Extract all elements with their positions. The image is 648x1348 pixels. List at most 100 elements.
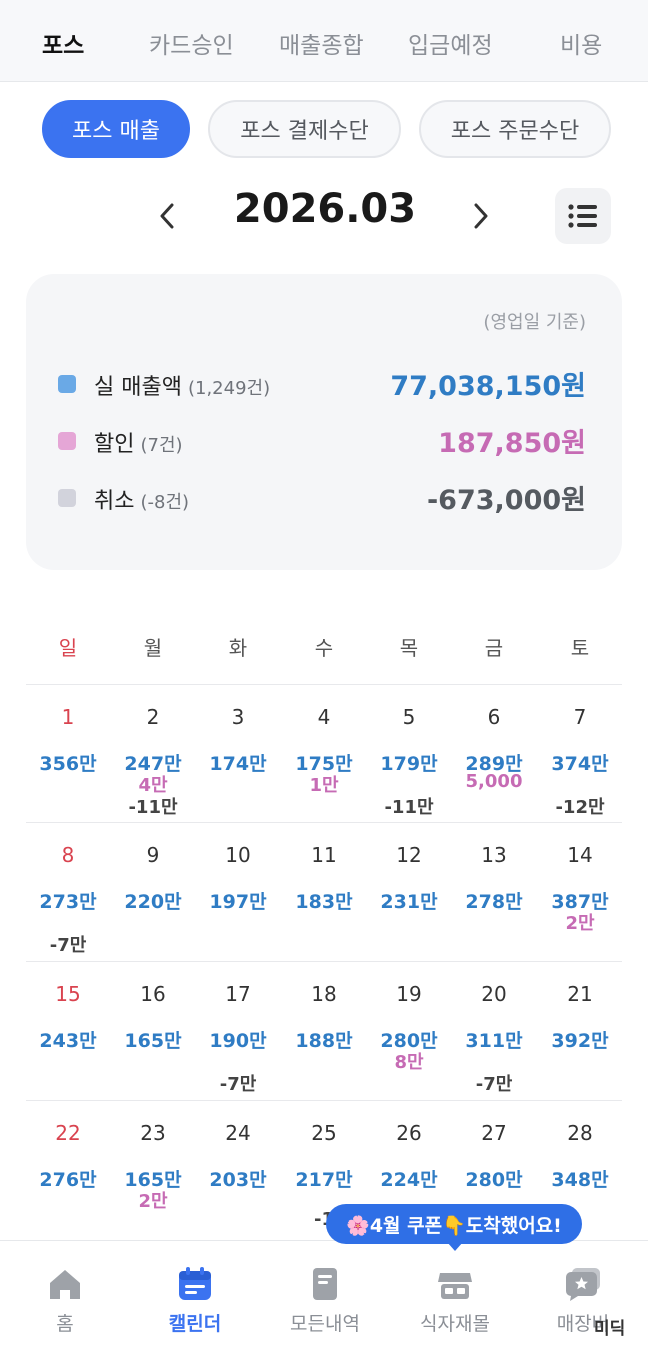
day-number: 1 bbox=[61, 705, 75, 729]
day-sales: 165만 bbox=[124, 1030, 182, 1052]
calendar-day-cell[interactable]: 7 374만 -12만 bbox=[537, 685, 623, 823]
nav-grocery-mall[interactable]: 식자재몰 bbox=[390, 1241, 520, 1348]
day-sales: 231만 bbox=[380, 891, 438, 913]
day-sales: 224만 bbox=[380, 1169, 438, 1191]
day-sales: 278만 bbox=[465, 891, 523, 913]
discount-label: 할인 bbox=[94, 432, 135, 457]
nav-all-history[interactable]: 모든내역 bbox=[260, 1241, 390, 1348]
day-number: 19 bbox=[396, 982, 422, 1006]
calendar-day-cell[interactable]: 10 197만 bbox=[195, 823, 281, 961]
nav-store-reviews[interactable]: 매장버 bbox=[518, 1241, 648, 1348]
day-number: 12 bbox=[396, 843, 422, 867]
day-number: 5 bbox=[402, 705, 416, 729]
calendar-day-cell[interactable]: 21 392만 bbox=[537, 962, 623, 1100]
day-number: 26 bbox=[396, 1121, 422, 1145]
day-sales: 273만 bbox=[39, 891, 97, 913]
coupon-banner[interactable]: 🌸4월 쿠폰👇도착했어요! bbox=[326, 1204, 582, 1244]
list-view-button[interactable] bbox=[555, 188, 611, 244]
discount-count: (7건) bbox=[140, 435, 183, 456]
tab-deposit-schedule[interactable]: 입금예정 bbox=[408, 26, 493, 60]
day-sales: 280만 bbox=[465, 1169, 523, 1191]
calendar-icon bbox=[179, 1267, 211, 1300]
day-sales: 188만 bbox=[295, 1030, 353, 1052]
list-icon bbox=[568, 204, 597, 228]
calendar-day-cell[interactable]: 14 387만 2만 bbox=[537, 823, 623, 961]
calendar-day-cell[interactable]: 4 175만 1만 bbox=[281, 685, 367, 823]
day-number: 21 bbox=[567, 982, 593, 1006]
day-number: 8 bbox=[61, 843, 75, 867]
subtab-pos-payment-method[interactable]: 포스 결제수단 bbox=[208, 100, 401, 158]
weekday-sun: 일 bbox=[58, 636, 78, 660]
net-sales-marker bbox=[58, 375, 76, 393]
calendar-day-cell[interactable]: 18 188만 bbox=[281, 962, 367, 1100]
subtab-pos-order-method[interactable]: 포스 주문수단 bbox=[419, 100, 611, 158]
tab-card-approval[interactable]: 카드승인 bbox=[149, 26, 234, 60]
summary-row-net-sales: 실 매출액 (1,249건) 77,038,150원 bbox=[26, 364, 622, 404]
day-sales: 276만 bbox=[39, 1169, 97, 1191]
weekday-fri: 금 bbox=[484, 636, 504, 660]
chevron-right-icon bbox=[474, 203, 488, 229]
day-sales: 348만 bbox=[551, 1169, 609, 1191]
calendar-day-cell[interactable]: 22 276만 bbox=[25, 1101, 111, 1239]
calendar-day-cell[interactable]: 2 247만 4만 -11만 bbox=[110, 685, 196, 823]
day-number: 28 bbox=[567, 1121, 593, 1145]
day-number: 2 bbox=[146, 705, 160, 729]
weekday-wed: 수 bbox=[314, 636, 334, 660]
calendar-day-cell[interactable]: 1 356만 bbox=[25, 685, 111, 823]
weekday-tue: 화 bbox=[228, 636, 248, 660]
sales-summary-card: (영업일 기준) 실 매출액 (1,249건) 77,038,150원 할인 (7건… bbox=[26, 274, 622, 570]
day-number: 16 bbox=[140, 982, 166, 1006]
calendar-day-cell[interactable]: 3 174만 bbox=[195, 685, 281, 823]
nav-store-reviews-label: 매장버 bbox=[556, 1313, 610, 1335]
cancel-count: (-8건) bbox=[140, 492, 190, 513]
calendar-day-cell[interactable]: 16 165만 bbox=[110, 962, 196, 1100]
day-number: 25 bbox=[311, 1121, 337, 1145]
discount-amount: 187,850원 bbox=[438, 428, 586, 459]
next-month-button[interactable] bbox=[466, 196, 496, 236]
day-sales: 197만 bbox=[209, 891, 267, 913]
nav-calendar[interactable]: 캘린더 bbox=[130, 1241, 260, 1348]
day-sales: 217만 bbox=[295, 1169, 353, 1191]
day-sales: 220만 bbox=[124, 891, 182, 913]
calendar-day-cell[interactable]: 24 203만 bbox=[195, 1101, 281, 1239]
cancel-amount: -673,000원 bbox=[426, 485, 586, 516]
day-sales: 392만 bbox=[551, 1030, 609, 1052]
day-number: 20 bbox=[481, 982, 507, 1006]
nav-home[interactable]: 홈 bbox=[0, 1241, 130, 1348]
day-sales: 179만 bbox=[380, 753, 438, 775]
tab-expenses[interactable]: 비용 bbox=[560, 26, 602, 60]
tab-sales-summary[interactable]: 매출종합 bbox=[279, 26, 364, 60]
calendar-day-cell[interactable]: 9 220만 bbox=[110, 823, 196, 961]
chevron-left-icon bbox=[160, 203, 174, 229]
day-sales: 174만 bbox=[209, 753, 267, 775]
cancel-marker bbox=[58, 489, 76, 507]
day-sales: 190만 bbox=[209, 1030, 267, 1052]
day-number: 17 bbox=[225, 982, 251, 1006]
tab-pos[interactable]: 포스 bbox=[42, 26, 84, 60]
document-icon bbox=[313, 1268, 337, 1300]
day-number: 6 bbox=[487, 705, 501, 729]
calendar-day-cell[interactable]: 23 165만 2만 bbox=[110, 1101, 196, 1239]
day-number: 3 bbox=[231, 705, 245, 729]
day-sales: 374만 bbox=[551, 753, 609, 775]
calendar-day-cell[interactable]: 8 273만 -7만 bbox=[25, 823, 111, 961]
calendar-day-cell[interactable]: 19 280만 8만 bbox=[366, 962, 452, 1100]
calendar-day-cell[interactable]: 5 179만 -11만 bbox=[366, 685, 452, 823]
calendar-day-cell[interactable]: 17 190만 -7만 bbox=[195, 962, 281, 1100]
calendar-day-cell[interactable]: 6 289만 5,000 bbox=[451, 685, 537, 823]
day-number: 22 bbox=[55, 1121, 81, 1145]
nav-home-label: 홈 bbox=[56, 1313, 74, 1335]
calendar-day-cell[interactable]: 12 231만 bbox=[366, 823, 452, 961]
calendar-day-cell[interactable]: 20 311만 -7만 bbox=[451, 962, 537, 1100]
calendar-day-cell[interactable]: 11 183만 bbox=[281, 823, 367, 961]
calendar-day-cell[interactable]: 13 278만 bbox=[451, 823, 537, 961]
prev-month-button[interactable] bbox=[152, 196, 182, 236]
day-cancel: -11만 bbox=[128, 797, 178, 818]
subtab-pos-sales[interactable]: 포스 매출 bbox=[42, 100, 190, 158]
calendar-day-cell[interactable]: 15 243만 bbox=[25, 962, 111, 1100]
nav-calendar-label: 캘린더 bbox=[168, 1313, 222, 1335]
net-sales-label: 실 매출액 bbox=[94, 375, 182, 400]
home-icon bbox=[50, 1270, 80, 1299]
day-discount: 8만 bbox=[394, 1052, 424, 1073]
day-number: 14 bbox=[567, 843, 593, 867]
